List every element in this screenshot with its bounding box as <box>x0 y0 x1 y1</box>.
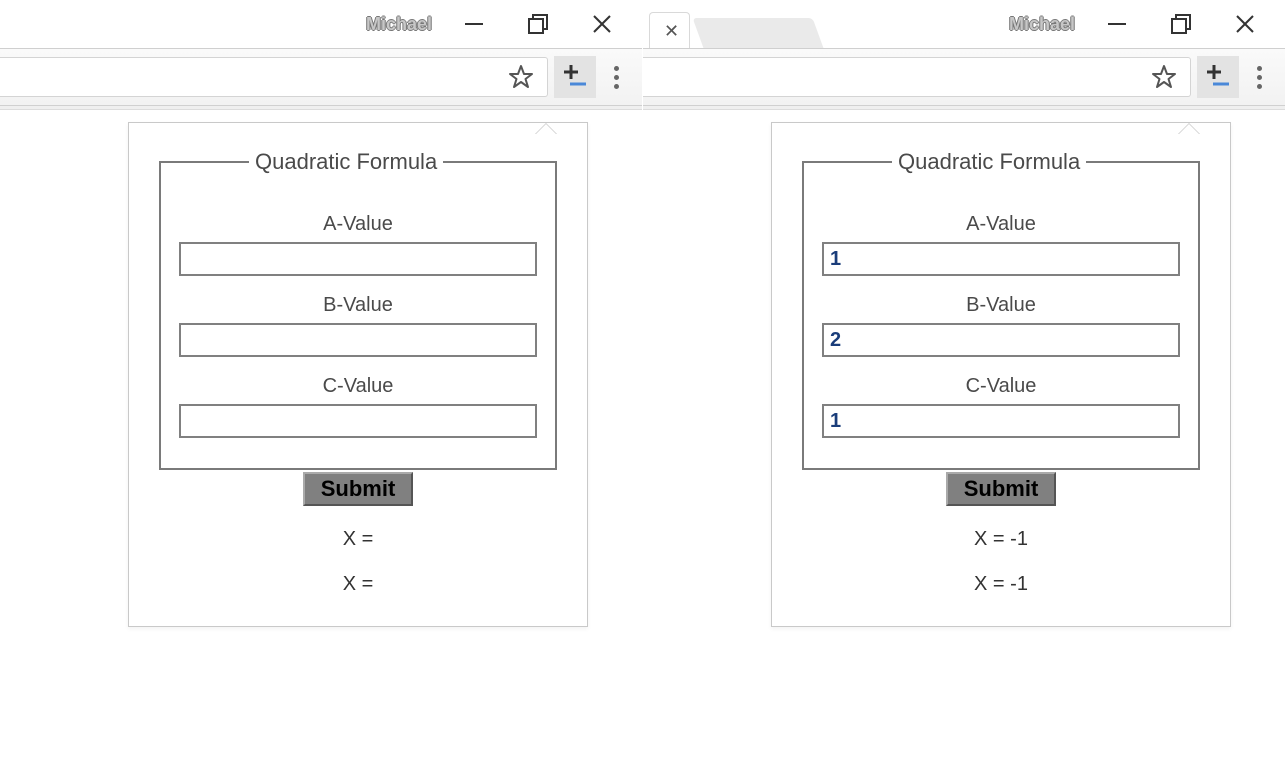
minimize-icon <box>463 13 485 35</box>
quadratic-extension-button[interactable] <box>554 56 596 98</box>
submit-button[interactable]: Submit <box>946 472 1057 506</box>
dot-icon <box>614 66 619 71</box>
close-icon <box>1234 13 1256 35</box>
dot-icon <box>1257 84 1262 89</box>
b-value-block: B-Value <box>179 294 537 357</box>
quadratic-fieldset: Quadratic Formula A-Value B-Value C-Valu… <box>802 149 1200 470</box>
a-value-block: A-Value <box>179 213 537 276</box>
dot-icon <box>614 75 619 80</box>
fieldset-legend: Quadratic Formula <box>249 149 443 175</box>
b-value-label: B-Value <box>179 294 537 317</box>
extension-popup: Quadratic Formula A-Value B-Value C-Valu… <box>128 122 588 627</box>
bookmark-star-button[interactable] <box>501 57 541 97</box>
maximize-button[interactable] <box>526 12 550 36</box>
c-value-label: C-Value <box>822 375 1180 398</box>
result-x1: X = <box>159 528 557 551</box>
a-value-input[interactable] <box>179 242 537 276</box>
active-tab[interactable]: ✕ <box>649 12 690 48</box>
fieldset-legend: Quadratic Formula <box>892 149 1086 175</box>
window-control-buttons <box>1105 12 1277 36</box>
browser-window-left: Michael <box>0 0 642 769</box>
b-value-block: B-Value <box>822 294 1180 357</box>
toolbar-divider <box>643 106 1285 110</box>
minimize-button[interactable] <box>1105 12 1129 36</box>
quadratic-extension-button[interactable] <box>1197 56 1239 98</box>
profile-name: Michael <box>366 14 432 35</box>
submit-row: Submit <box>159 474 557 506</box>
maximize-icon <box>1170 13 1192 35</box>
tab-close-icon[interactable]: ✕ <box>664 22 679 40</box>
minimize-button[interactable] <box>462 12 486 36</box>
close-icon <box>591 13 613 35</box>
chrome-menu-button[interactable] <box>598 57 634 97</box>
toolbar-row <box>0 48 642 106</box>
toolbar-row <box>643 48 1285 106</box>
popup-arrow-icon <box>1178 112 1200 134</box>
plus-minus-icon <box>560 62 590 92</box>
submit-button[interactable]: Submit <box>303 472 414 506</box>
result-x2: X = <box>159 573 557 596</box>
a-value-input[interactable] <box>822 242 1180 276</box>
address-bar[interactable] <box>0 57 548 97</box>
b-value-label: B-Value <box>822 294 1180 317</box>
c-value-input[interactable] <box>822 404 1180 438</box>
c-value-block: C-Value <box>179 375 537 438</box>
c-value-block: C-Value <box>822 375 1180 438</box>
tab-strip: ✕ <box>643 0 818 48</box>
star-icon <box>1151 64 1177 90</box>
chrome-menu-button[interactable] <box>1241 57 1277 97</box>
address-bar[interactable] <box>643 57 1191 97</box>
result-x1: X = -1 <box>802 528 1200 551</box>
result-x2: X = -1 <box>802 573 1200 596</box>
a-value-label: A-Value <box>179 213 537 236</box>
close-window-button[interactable] <box>1233 12 1257 36</box>
dot-icon <box>1257 66 1262 71</box>
c-value-label: C-Value <box>179 375 537 398</box>
popup-arrow-icon <box>535 112 557 134</box>
star-icon <box>508 64 534 90</box>
dot-icon <box>1257 75 1262 80</box>
submit-row: Submit <box>802 474 1200 506</box>
background-tab[interactable] <box>693 18 824 48</box>
a-value-label: A-Value <box>822 213 1180 236</box>
quadratic-fieldset: Quadratic Formula A-Value B-Value C-Valu… <box>159 149 557 470</box>
browser-window-right: ✕ Michael <box>643 0 1285 769</box>
a-value-block: A-Value <box>822 213 1180 276</box>
profile-name: Michael <box>1009 14 1075 35</box>
extension-popup: Quadratic Formula A-Value B-Value C-Valu… <box>771 122 1231 627</box>
close-window-button[interactable] <box>590 12 614 36</box>
maximize-icon <box>527 13 549 35</box>
minimize-icon <box>1106 13 1128 35</box>
b-value-input[interactable] <box>179 323 537 357</box>
window-titlebar: ✕ Michael <box>643 0 1285 48</box>
maximize-button[interactable] <box>1169 12 1193 36</box>
plus-minus-icon <box>1203 62 1233 92</box>
window-titlebar: Michael <box>0 0 642 48</box>
c-value-input[interactable] <box>179 404 537 438</box>
bookmark-star-button[interactable] <box>1144 57 1184 97</box>
b-value-input[interactable] <box>822 323 1180 357</box>
window-control-buttons <box>462 12 634 36</box>
toolbar-divider <box>0 106 642 110</box>
dot-icon <box>614 84 619 89</box>
